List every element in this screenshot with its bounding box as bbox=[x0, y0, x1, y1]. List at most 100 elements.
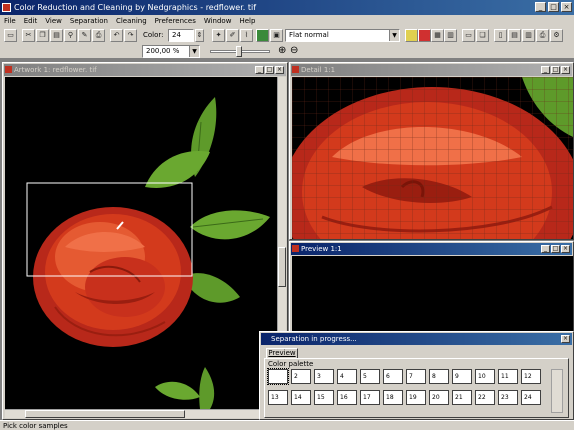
mode-dropdown[interactable]: Flat normal ▼ bbox=[285, 29, 400, 42]
artwork-canvas[interactable] bbox=[5, 77, 277, 409]
scroll-thumb[interactable] bbox=[25, 410, 185, 418]
brush-icon[interactable]: ✐ bbox=[226, 29, 239, 42]
color-label: Color: bbox=[143, 31, 164, 39]
palette-swatch[interactable]: 13 bbox=[268, 390, 288, 405]
document-icon bbox=[292, 245, 299, 252]
palette-swatch[interactable]: 7 bbox=[406, 369, 426, 384]
status-text: Pick color samples bbox=[3, 422, 68, 430]
open-icon[interactable]: ▭ bbox=[4, 29, 17, 42]
artwork-close-button[interactable]: × bbox=[275, 66, 284, 74]
palette-swatch[interactable]: 10 bbox=[475, 369, 495, 384]
maximize-button[interactable]: □ bbox=[548, 2, 559, 12]
print-icon[interactable]: ⎙ bbox=[92, 29, 105, 42]
app-title: Color Reduction and Cleaning by Nedgraph… bbox=[14, 3, 257, 12]
palette-swatch[interactable]: 8 bbox=[429, 369, 449, 384]
undo-icon[interactable]: ↶ bbox=[110, 29, 123, 42]
preview-close-button[interactable]: × bbox=[561, 245, 570, 253]
copy-icon[interactable]: ❐ bbox=[36, 29, 49, 42]
merge-icon[interactable] bbox=[405, 29, 418, 42]
palette-swatch[interactable]: 16 bbox=[337, 390, 357, 405]
preview-title-bar[interactable]: Preview 1:1 _ □ × bbox=[291, 243, 572, 255]
dialog-close-button[interactable]: × bbox=[561, 335, 570, 343]
palette-scrollbar[interactable] bbox=[551, 369, 563, 413]
menu-cleaning[interactable]: Cleaning bbox=[116, 15, 147, 27]
detail-title-bar[interactable]: Detail 1:1 _ □ × bbox=[291, 64, 572, 76]
artwork-title-bar[interactable]: Artwork 1: redflower. tif _ □ × bbox=[4, 64, 286, 76]
pipette-icon[interactable]: ⌇ bbox=[240, 29, 253, 42]
chevron-down-icon[interactable]: ▼ bbox=[389, 30, 399, 41]
palette-swatch[interactable]: 18 bbox=[383, 390, 403, 405]
redo-icon[interactable]: ↷ bbox=[124, 29, 137, 42]
palette-swatch[interactable]: 9 bbox=[452, 369, 472, 384]
magic-wand-icon[interactable]: ✦ bbox=[212, 29, 225, 42]
grid-icon[interactable]: ▥ bbox=[444, 29, 457, 42]
palette-swatch[interactable]: 23 bbox=[498, 390, 518, 405]
palette-swatch[interactable]: 15 bbox=[314, 390, 334, 405]
fill-icon[interactable] bbox=[256, 29, 269, 42]
menu-separation[interactable]: Separation bbox=[70, 15, 108, 27]
minimize-button[interactable]: _ bbox=[535, 2, 546, 12]
detail-close-button[interactable]: × bbox=[561, 66, 570, 74]
menu-file[interactable]: File bbox=[4, 15, 16, 27]
palette-swatch[interactable]: 6 bbox=[383, 369, 403, 384]
menu-edit[interactable]: Edit bbox=[24, 15, 38, 27]
paste-icon[interactable]: ▤ bbox=[50, 29, 63, 42]
palette-swatch[interactable]: 5 bbox=[360, 369, 380, 384]
print-preview-icon[interactable]: ⎙ bbox=[536, 29, 549, 42]
dialog-title-bar[interactable]: Separation in progress... × bbox=[261, 333, 572, 345]
preview-maximize-button[interactable]: □ bbox=[551, 245, 560, 253]
zoom-in-icon[interactable]: ⊕ bbox=[278, 45, 286, 57]
menu-help[interactable]: Help bbox=[239, 15, 255, 27]
cascade-icon[interactable]: ❏ bbox=[476, 29, 489, 42]
palette-swatch[interactable]: 14 bbox=[291, 390, 311, 405]
artwork-maximize-button[interactable]: □ bbox=[265, 66, 274, 74]
color-picker-icon[interactable]: ⚲ bbox=[64, 29, 77, 42]
close-button[interactable]: × bbox=[561, 2, 572, 12]
palette-swatch[interactable]: 3 bbox=[314, 369, 334, 384]
artwork-title: Artwork 1: redflower. tif bbox=[14, 66, 97, 74]
layers-icon[interactable]: ▤ bbox=[508, 29, 521, 42]
artwork-minimize-button[interactable]: _ bbox=[255, 66, 264, 74]
zoom-slider-thumb[interactable] bbox=[236, 46, 242, 57]
menu-window[interactable]: Window bbox=[204, 15, 232, 27]
detail-canvas[interactable] bbox=[292, 77, 573, 239]
preview-minimize-button[interactable]: _ bbox=[541, 245, 550, 253]
palette-swatch[interactable]: 20 bbox=[429, 390, 449, 405]
gear-icon[interactable]: ⚙ bbox=[550, 29, 563, 42]
color-count-field[interactable]: 24 bbox=[168, 29, 194, 42]
palette-swatch[interactable]: 24 bbox=[521, 390, 541, 405]
eyedropper-icon[interactable]: ✎ bbox=[78, 29, 91, 42]
delete-color-icon[interactable] bbox=[418, 29, 431, 42]
palette-swatch[interactable]: 4 bbox=[337, 369, 357, 384]
zoom-value: 200,00 % bbox=[146, 47, 180, 55]
artwork-horizontal-scrollbar[interactable] bbox=[5, 409, 277, 418]
palette-swatch[interactable]: 22 bbox=[475, 390, 495, 405]
menu-view[interactable]: View bbox=[45, 15, 62, 27]
palette-swatch[interactable]: 12 bbox=[521, 369, 541, 384]
zoom-dropdown[interactable]: 200,00 % ▼ bbox=[142, 45, 200, 58]
detail-maximize-button[interactable]: □ bbox=[551, 66, 560, 74]
status-bar: Pick color samples bbox=[0, 420, 574, 430]
zoom-out-icon[interactable]: ⊖ bbox=[290, 45, 298, 57]
chevron-down-icon[interactable]: ▼ bbox=[189, 46, 199, 57]
palette-swatch[interactable]: 19 bbox=[406, 390, 426, 405]
palette-swatch[interactable]: 11 bbox=[498, 369, 518, 384]
palette-swatch[interactable]: 21 bbox=[452, 390, 472, 405]
palette-icon[interactable]: ▦ bbox=[431, 29, 444, 42]
scroll-thumb[interactable] bbox=[278, 247, 286, 287]
palette-swatch[interactable] bbox=[267, 368, 289, 385]
tile-icon[interactable]: ▭ bbox=[462, 29, 475, 42]
menu-preferences[interactable]: Preferences bbox=[155, 15, 196, 27]
color-count-value: 24 bbox=[172, 31, 181, 39]
app-title-bar: Color Reduction and Cleaning by Nedgraph… bbox=[0, 0, 574, 15]
main-toolbar: ▭ ✂ ❐ ▤ ⚲ ✎ ⎙ ↶ ↷ Color: 24 ⇕ ✦ ✐ ⌇ ▣ Fl… bbox=[0, 27, 574, 44]
frame-icon[interactable]: ▣ bbox=[270, 29, 283, 42]
palette-swatch[interactable]: 17 bbox=[360, 390, 380, 405]
settings-icon[interactable]: ▥ bbox=[522, 29, 535, 42]
mode-value: Flat normal bbox=[289, 31, 329, 39]
detail-minimize-button[interactable]: _ bbox=[541, 66, 550, 74]
palette-swatch[interactable]: 2 bbox=[291, 369, 311, 384]
cut-icon[interactable]: ✂ bbox=[22, 29, 35, 42]
window-icon[interactable]: ▯ bbox=[494, 29, 507, 42]
color-spinner[interactable]: ⇕ bbox=[195, 29, 204, 42]
